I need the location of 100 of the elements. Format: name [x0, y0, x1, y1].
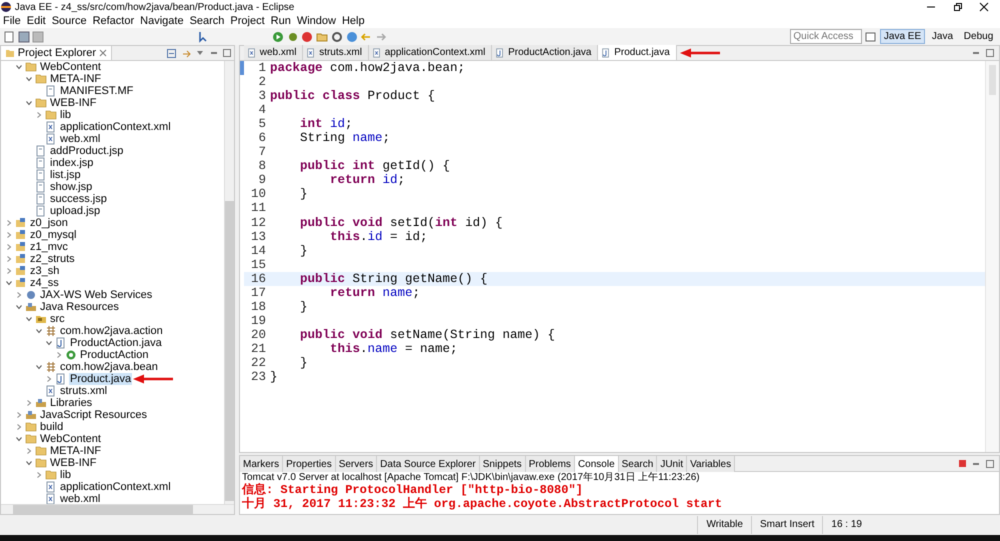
perspective-button[interactable]: Java [928, 29, 958, 44]
view-tab[interactable]: Snippets [480, 456, 526, 472]
tree-item[interactable]: z2_struts [29, 253, 76, 265]
menu-item[interactable]: File [0, 14, 24, 28]
tree-item[interactable]: web.xml [59, 133, 102, 145]
tree-item[interactable]: success.jsp [49, 193, 108, 205]
tree-item[interactable]: applicationContext.xml [59, 481, 172, 493]
tree-item[interactable]: z1_mvc [29, 241, 69, 253]
tree-item[interactable]: struts.xml [59, 385, 108, 397]
tree-item[interactable]: META-INF [49, 445, 102, 457]
tree-item[interactable]: WEB-INF [49, 97, 98, 109]
tree-item[interactable]: src [49, 313, 66, 325]
menu-item[interactable]: Navigate [137, 14, 187, 28]
scrollbar[interactable] [1, 504, 234, 514]
editor-tab[interactable]: ProductAction.java [492, 45, 598, 60]
tree-item[interactable]: addProduct.jsp [49, 145, 124, 157]
tree-item[interactable]: web.xml [59, 493, 102, 504]
tree-item[interactable]: com.how2java.action [59, 325, 164, 337]
view-menu-icon[interactable] [196, 48, 204, 56]
xml-file-icon [45, 121, 57, 133]
code-line: return name; [329, 286, 420, 300]
view-tab[interactable]: Markers [240, 456, 284, 472]
folder-icon [35, 457, 47, 469]
menu-item[interactable]: Refactor [90, 14, 138, 28]
tree-item[interactable]: Product.java [69, 373, 132, 385]
forward-icon[interactable] [375, 30, 387, 42]
menu-item[interactable]: Source [48, 14, 90, 28]
tree-item[interactable]: lib [59, 109, 72, 121]
collapse-all-icon[interactable] [167, 48, 176, 58]
maximize-icon[interactable] [986, 49, 994, 57]
menu-item[interactable]: Help [338, 14, 368, 28]
save-icon[interactable] [18, 30, 30, 42]
menu-item[interactable]: Window [294, 14, 339, 28]
link-icon[interactable] [182, 48, 191, 58]
tree-item[interactable]: JAX-WS Web Services [39, 289, 154, 301]
quick-access-field[interactable]: Quick Access [790, 29, 862, 44]
java-file-icon [55, 337, 67, 349]
tree-item[interactable]: z3_sh [29, 265, 60, 277]
view-tab[interactable]: Variables [687, 456, 736, 472]
tree-item[interactable]: build [39, 421, 64, 433]
editor-tab[interactable]: applicationContext.xml [368, 45, 492, 60]
cursor-icon[interactable] [197, 30, 209, 42]
tree-item[interactable]: WebContent [39, 433, 102, 445]
open-folder-icon[interactable] [316, 30, 328, 42]
perspective-button[interactable]: Debug [960, 29, 998, 44]
tree-item[interactable]: z4_ss [29, 277, 60, 289]
open-perspective-icon[interactable] [865, 30, 878, 42]
menu-item[interactable]: Search [186, 14, 228, 28]
view-tab[interactable]: Console [574, 456, 619, 472]
tree-item[interactable]: ProductAction.java [69, 337, 163, 349]
perspective-button[interactable]: Java EE [880, 29, 926, 44]
tree-item[interactable]: index.jsp [49, 157, 94, 169]
tree-item[interactable]: JavaScript Resources [39, 409, 148, 421]
editor-tab[interactable]: web.xml [244, 45, 304, 60]
view-tab[interactable]: Servers [336, 456, 378, 472]
status-text: Smart Insert [750, 516, 822, 534]
stop-icon[interactable] [301, 30, 314, 42]
tree-item[interactable]: ProductAction [79, 349, 150, 361]
new-file-icon[interactable] [2, 30, 15, 42]
menu-item[interactable]: Edit [24, 14, 49, 28]
editor-tab[interactable]: struts.xml [303, 45, 369, 60]
view-tab[interactable]: Search [618, 456, 658, 472]
tree-item[interactable]: com.how2java.bean [59, 361, 159, 373]
terminate-icon[interactable] [958, 459, 966, 468]
view-tab[interactable]: JUnit [657, 456, 688, 472]
tree-item[interactable]: Java Resources [39, 301, 120, 313]
xml-file-icon [247, 48, 257, 58]
tree-item[interactable]: lib [59, 469, 72, 481]
tree-item[interactable]: z0_json [29, 217, 69, 229]
tree-item[interactable]: upload.jsp [49, 205, 102, 217]
code-line: package com.how2java.bean; [270, 61, 466, 76]
tree-item[interactable]: list.jsp [49, 169, 82, 181]
file-icon [35, 157, 47, 169]
restore-icon[interactable] [952, 2, 962, 12]
view-tab[interactable]: Properties [283, 456, 336, 472]
library-icon [25, 301, 37, 313]
back-icon[interactable] [360, 30, 372, 42]
menu-item[interactable]: Run [268, 14, 294, 28]
code-line: this.name = name; [329, 342, 458, 356]
maximize-icon[interactable] [223, 48, 232, 56]
close-icon[interactable] [979, 2, 989, 12]
view-tab[interactable]: Problems [526, 456, 575, 472]
tree-item[interactable]: MANIFEST.MF [59, 85, 134, 97]
editor-tab[interactable]: Product.java [598, 45, 677, 60]
source-folder-icon [35, 313, 47, 325]
menu-item[interactable]: Project [227, 14, 268, 28]
tree-item[interactable]: Libraries [49, 397, 94, 409]
tree-item[interactable]: WEB-INF [49, 457, 98, 469]
view-tab[interactable]: Data Source Explorer [377, 456, 480, 472]
scrollbar[interactable] [224, 61, 234, 504]
tree-item[interactable]: applicationContext.xml [59, 121, 172, 133]
tree-item[interactable]: META-INF [49, 73, 102, 85]
tree-item[interactable]: show.jsp [49, 181, 94, 193]
tree-item[interactable]: WebContent [39, 61, 102, 73]
maximize-icon[interactable] [986, 460, 994, 468]
tree-item[interactable]: z0_mysql [29, 229, 78, 241]
run-icon[interactable] [272, 30, 284, 42]
xml-file-icon [45, 385, 57, 397]
code-line: this.id = id; [329, 230, 428, 244]
save-all-icon[interactable] [32, 30, 44, 42]
